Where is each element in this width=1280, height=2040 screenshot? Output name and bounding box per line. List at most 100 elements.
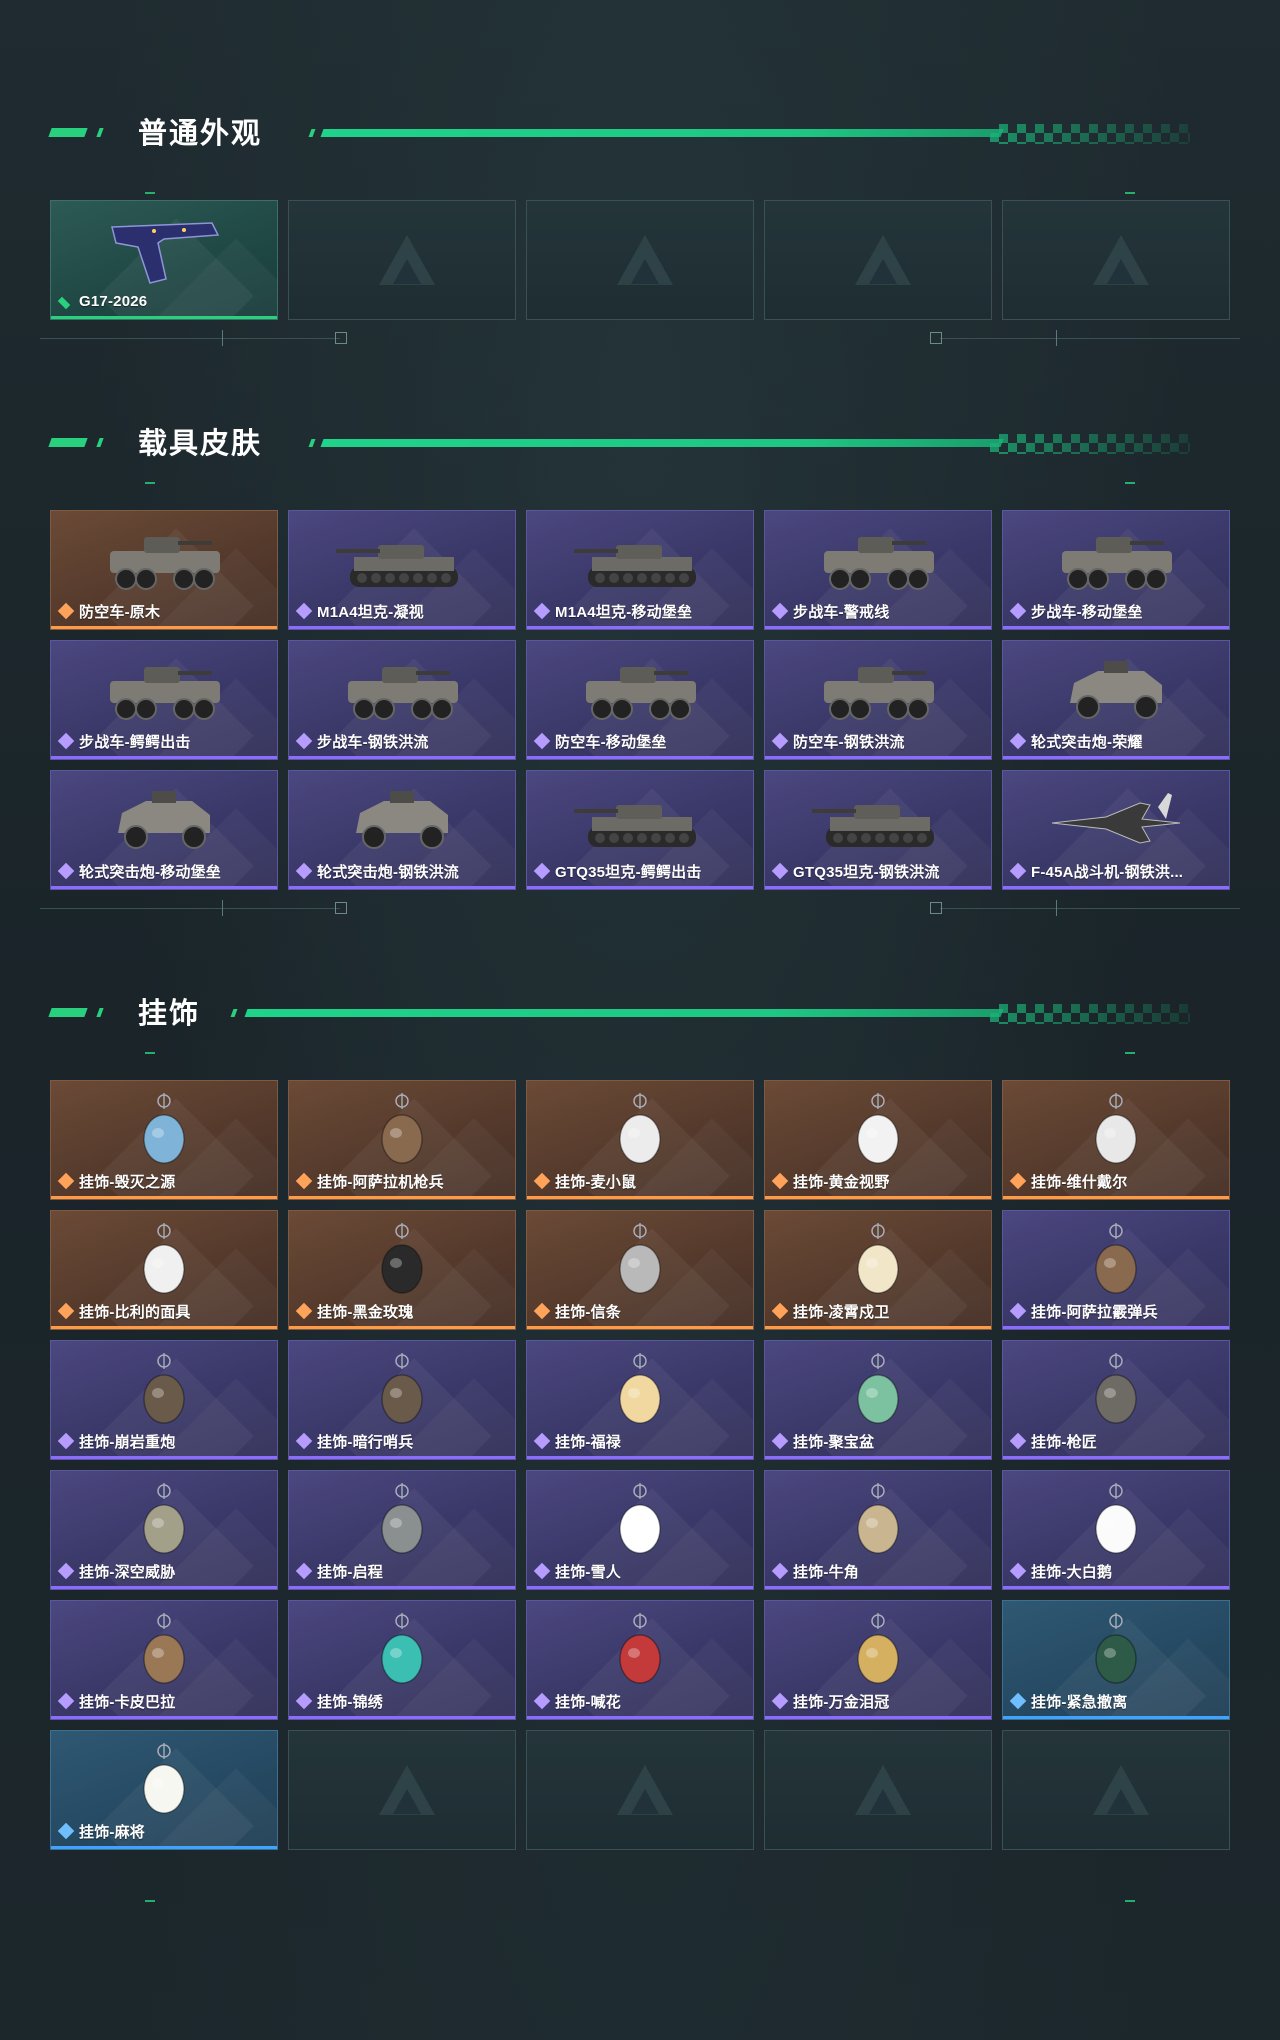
mask-charm-icon bbox=[94, 1223, 234, 1306]
corner-tick bbox=[1125, 482, 1135, 484]
corner-tick bbox=[145, 1052, 155, 1054]
item-card[interactable]: 挂饰-聚宝盆 bbox=[764, 1340, 992, 1460]
rarity-diamond-icon bbox=[533, 1172, 551, 1190]
card-label-row: 步战车-移动堡垒 bbox=[1009, 601, 1223, 621]
header-accent-bar bbox=[48, 438, 88, 447]
item-card[interactable]: 挂饰-紧急撤离 bbox=[1002, 1600, 1230, 1720]
item-card[interactable]: 步战车-移动堡垒 bbox=[1002, 510, 1230, 630]
item-card[interactable]: 挂饰-信条 bbox=[526, 1210, 754, 1330]
header-accent-tick bbox=[308, 439, 316, 447]
light-vehicle-icon bbox=[94, 783, 234, 866]
item-card[interactable]: 挂饰-万金泪冠 bbox=[764, 1600, 992, 1720]
rarity-diamond-icon bbox=[533, 732, 551, 750]
header-accent-line bbox=[320, 439, 1004, 447]
item-card[interactable]: 挂饰-卡皮巴拉 bbox=[50, 1600, 278, 1720]
dragon-charm-icon bbox=[94, 1093, 234, 1176]
item-card[interactable]: 步战车-警戒线 bbox=[764, 510, 992, 630]
card-label-row: 挂饰-喊花 bbox=[533, 1691, 747, 1711]
item-card[interactable]: 挂饰-福禄 bbox=[526, 1340, 754, 1460]
item-card[interactable]: 防空车-原木 bbox=[50, 510, 278, 630]
rarity-diamond-icon bbox=[533, 602, 551, 620]
item-card[interactable]: 步战车-钢铁洪流 bbox=[288, 640, 516, 760]
item-card[interactable]: 挂饰-牛角 bbox=[764, 1470, 992, 1590]
item-name: 挂饰-喊花 bbox=[555, 1693, 621, 1711]
item-card[interactable]: GTQ35坦克-鳄鳄出击 bbox=[526, 770, 754, 890]
item-card[interactable]: 挂饰-黄金视野 bbox=[764, 1080, 992, 1200]
item-name: 挂饰-崩岩重炮 bbox=[79, 1433, 176, 1451]
item-card[interactable]: 轮式突击炮-荣耀 bbox=[1002, 640, 1230, 760]
item-card[interactable]: G17-2026 bbox=[50, 200, 278, 320]
rarity-diamond-icon bbox=[57, 1692, 75, 1710]
item-name: 挂饰-锦绣 bbox=[317, 1693, 383, 1711]
item-card[interactable]: M1A4坦克-凝视 bbox=[288, 510, 516, 630]
separator-tick bbox=[222, 330, 223, 346]
section-header: 载具皮肤 bbox=[0, 410, 1280, 470]
item-card[interactable]: 挂饰-毁灭之源 bbox=[50, 1080, 278, 1200]
item-name: 轮式突击炮-荣耀 bbox=[1031, 733, 1143, 751]
item-card[interactable]: 挂饰-枪匠 bbox=[1002, 1340, 1230, 1460]
item-card[interactable]: 挂饰-阿萨拉机枪兵 bbox=[288, 1080, 516, 1200]
item-card[interactable]: 步战车-鳄鳄出击 bbox=[50, 640, 278, 760]
item-name: 步战车-移动堡垒 bbox=[1031, 603, 1143, 621]
section-header: 挂饰 bbox=[0, 980, 1280, 1040]
item-card[interactable]: 防空车-移动堡垒 bbox=[526, 640, 754, 760]
item-card[interactable]: 挂饰-锦绣 bbox=[288, 1600, 516, 1720]
empty-slot bbox=[288, 200, 516, 320]
armored-vehicle-icon bbox=[808, 523, 948, 606]
item-card[interactable]: 挂饰-黑金玫瑰 bbox=[288, 1210, 516, 1330]
item-name: 挂饰-暗行哨兵 bbox=[317, 1433, 414, 1451]
card-label-row: M1A4坦克-凝视 bbox=[295, 601, 509, 621]
item-name: 挂饰-黑金玫瑰 bbox=[317, 1303, 414, 1321]
soldier-charm-icon bbox=[1046, 1223, 1186, 1306]
rarity-diamond-icon bbox=[771, 602, 789, 620]
item-card[interactable]: 挂饰-启程 bbox=[288, 1470, 516, 1590]
corner-tick bbox=[145, 482, 155, 484]
item-card[interactable]: 挂饰-阿萨拉霰弹兵 bbox=[1002, 1210, 1230, 1330]
card-label-row: 挂饰-黑金玫瑰 bbox=[295, 1301, 509, 1321]
section-separator bbox=[0, 898, 1280, 918]
item-name: 挂饰-麻将 bbox=[79, 1823, 145, 1841]
card-label-row: 挂饰-麦小鼠 bbox=[533, 1171, 747, 1191]
item-name: 挂饰-福禄 bbox=[555, 1433, 621, 1451]
item-card[interactable]: 挂饰-比利的面具 bbox=[50, 1210, 278, 1330]
item-card[interactable]: 挂饰-麻将 bbox=[50, 1730, 278, 1850]
card-label-row: 挂饰-聚宝盆 bbox=[771, 1431, 985, 1451]
item-card[interactable]: 挂饰-雪人 bbox=[526, 1470, 754, 1590]
item-card[interactable]: 轮式突击炮-钢铁洪流 bbox=[288, 770, 516, 890]
item-card[interactable]: 挂饰-暗行哨兵 bbox=[288, 1340, 516, 1460]
item-card[interactable]: 挂饰-崩岩重炮 bbox=[50, 1340, 278, 1460]
cat-charm-icon bbox=[808, 1093, 948, 1176]
item-card[interactable]: 挂饰-深空威胁 bbox=[50, 1470, 278, 1590]
item-card[interactable]: 挂饰-麦小鼠 bbox=[526, 1080, 754, 1200]
placeholder-logo-cutout bbox=[631, 259, 659, 284]
section-title: 载具皮肤 bbox=[138, 428, 263, 460]
rarity-diamond-icon bbox=[533, 1302, 551, 1320]
section-title: 挂饰 bbox=[138, 998, 201, 1030]
placeholder-logo-cutout bbox=[1107, 1789, 1135, 1814]
item-card[interactable]: 挂饰-喊花 bbox=[526, 1600, 754, 1720]
item-card[interactable]: 轮式突击炮-移动堡垒 bbox=[50, 770, 278, 890]
item-card[interactable]: 挂饰-凌霄戍卫 bbox=[764, 1210, 992, 1330]
header-accent-bar bbox=[48, 1008, 88, 1017]
armored-vehicle-icon bbox=[1046, 523, 1186, 606]
card-label-row: 挂饰-麻将 bbox=[57, 1821, 271, 1841]
rarity-diamond-icon bbox=[57, 1822, 75, 1840]
card-label-row: 轮式突击炮-钢铁洪流 bbox=[295, 861, 509, 881]
item-card[interactable]: GTQ35坦克-钢铁洪流 bbox=[764, 770, 992, 890]
card-label-row: F-45A战斗机-钢铁洪... bbox=[1009, 861, 1223, 881]
item-card[interactable]: 防空车-钢铁洪流 bbox=[764, 640, 992, 760]
rarity-diamond-icon bbox=[533, 1562, 551, 1580]
item-card[interactable]: 挂饰-维什戴尔 bbox=[1002, 1080, 1230, 1200]
separator-marker bbox=[335, 332, 347, 344]
rarity-diamond-icon bbox=[1009, 1432, 1027, 1450]
header-accent-tick bbox=[308, 129, 316, 137]
rarity-diamond-icon bbox=[771, 862, 789, 880]
item-card[interactable]: F-45A战斗机-钢铁洪... bbox=[1002, 770, 1230, 890]
item-name: 轮式突击炮-钢铁洪流 bbox=[317, 863, 459, 881]
armored-vehicle-icon bbox=[94, 523, 234, 606]
item-card[interactable]: M1A4坦克-移动堡垒 bbox=[526, 510, 754, 630]
rarity-diamond-icon bbox=[1009, 862, 1027, 880]
item-card[interactable]: 挂饰-大白鹅 bbox=[1002, 1470, 1230, 1590]
item-name: F-45A战斗机-钢铁洪... bbox=[1031, 863, 1184, 881]
item-name: G17-2026 bbox=[79, 292, 148, 310]
